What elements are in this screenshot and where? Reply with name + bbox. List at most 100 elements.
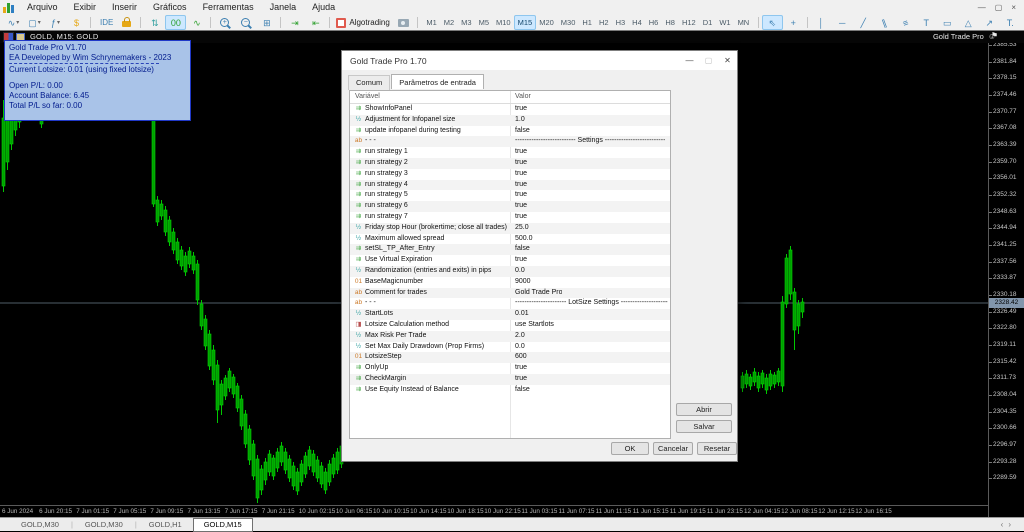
- param-row-8-run-strategy-5[interactable]: ⇉ run strategy 5 true: [350, 190, 670, 201]
- rectangle-icon[interactable]: ▭: [937, 15, 958, 30]
- param-row-22-set-max-daily-drawdown-prop-firms[interactable]: ½ Set Max Daily Drawdown (Prop Firms) 0.0: [350, 342, 670, 353]
- symbol-dollar-icon[interactable]: $: [66, 15, 87, 30]
- vertical-line-icon[interactable]: │: [811, 15, 832, 30]
- ide-button[interactable]: IDE: [94, 15, 116, 30]
- arrow-icon[interactable]: ↗: [979, 15, 1000, 30]
- param-row-12-maximum-allowed-spread[interactable]: ½ Maximum allowed spread 500.0: [350, 234, 670, 245]
- candles-chart-icon[interactable]: 00: [165, 15, 187, 30]
- timeframe-h1[interactable]: H1: [579, 15, 596, 30]
- horizontal-line-icon[interactable]: ─: [832, 15, 853, 30]
- param-value[interactable]: true: [515, 190, 527, 201]
- chart-tab-2-gold-h1[interactable]: GOLD,H1: [138, 518, 193, 532]
- param-row-10-run-strategy-7[interactable]: ⇉ run strategy 7 true: [350, 212, 670, 223]
- param-row-23-lotsizestep[interactable]: 01 LotsizeStep 600: [350, 352, 670, 364]
- param-value[interactable]: 1.0: [515, 115, 525, 126]
- param-value[interactable]: true: [515, 201, 527, 212]
- profiles-icon[interactable]: ▢ ▾: [24, 15, 45, 30]
- algotrading-button[interactable]: Algotrading: [333, 15, 392, 30]
- zoom-in-icon[interactable]: [214, 15, 235, 30]
- param-value[interactable]: 600: [515, 352, 527, 363]
- param-value[interactable]: true: [515, 147, 527, 158]
- bars-chart-icon[interactable]: ⇅: [144, 15, 165, 30]
- param-row-0-showinfopanel[interactable]: ⇉ ShowInfoPanel true: [350, 104, 670, 115]
- param-value[interactable]: -------------------------- Settings ----…: [515, 136, 665, 147]
- param-value[interactable]: ---------------------- LotSize Settings …: [515, 298, 668, 309]
- param-value[interactable]: false: [515, 126, 530, 137]
- param-row-9-run-strategy-6[interactable]: ⇉ run strategy 6 true: [350, 201, 670, 212]
- param-row-25-checkmargin[interactable]: ⇉ CheckMargin true: [350, 373, 670, 385]
- dialog-minimize-icon[interactable]: —: [680, 51, 699, 70]
- param-value[interactable]: 0.0: [515, 342, 525, 353]
- tab-scroll-right-icon[interactable]: ›: [1008, 520, 1016, 529]
- menu-item-inserir[interactable]: Inserir: [104, 0, 145, 15]
- lock-icon[interactable]: [116, 15, 137, 30]
- timeframe-mn[interactable]: MN: [734, 15, 753, 30]
- timeframe-m1[interactable]: M1: [423, 15, 440, 30]
- triangle-icon[interactable]: △: [958, 15, 979, 30]
- param-row-2-update-infopanel-during-testing[interactable]: ⇉ update infopanel during testing false: [350, 126, 670, 137]
- param-value[interactable]: true: [515, 104, 527, 115]
- text-icon[interactable]: T: [916, 15, 937, 30]
- tab-scroll-arrows[interactable]: ‹›: [1001, 520, 1016, 529]
- param-row-15-randomization-entries-and-exits-in-pips[interactable]: ½ Randomization (entries and exits) in pi…: [350, 265, 670, 277]
- timeframe-m15[interactable]: M15: [514, 15, 536, 30]
- param-row-16-basemagicnumber[interactable]: 01 BaseMagicnumber 9000: [350, 277, 670, 288]
- param-row-17-comment-for-trades[interactable]: ab Comment for trades Gold Trade Pro: [350, 287, 670, 299]
- timeframe-m10[interactable]: M10: [493, 15, 515, 30]
- timeframe-h6[interactable]: H6: [645, 15, 662, 30]
- timeframe-m5[interactable]: M5: [475, 15, 492, 30]
- chart-style-icon[interactable]: ∿ ▾: [3, 15, 24, 30]
- menu-item-exibir[interactable]: Exibir: [66, 0, 105, 15]
- time-axis[interactable]: 6 Jun 2024 6 Jun 20:15 7 Jun 01:15 7 Jun 05…: [0, 505, 988, 517]
- timeframe-m3[interactable]: M3: [458, 15, 475, 30]
- param-row-5-run-strategy-2[interactable]: ⇉ run strategy 2 true: [350, 157, 670, 169]
- timeframe-h4[interactable]: H4: [629, 15, 646, 30]
- ea-indicator[interactable]: Gold Trade Pro ☺: [933, 32, 996, 41]
- menu-item-gr-ficos[interactable]: Gráficos: [145, 0, 195, 15]
- param-value[interactable]: 25.0: [515, 223, 529, 234]
- menu-item-ajuda[interactable]: Ajuda: [304, 0, 343, 15]
- param-value[interactable]: true: [515, 158, 527, 169]
- param-value[interactable]: Gold Trade Pro: [515, 288, 562, 299]
- auto-scroll-icon[interactable]: ⇤: [305, 15, 326, 30]
- param-row-24-onlyup[interactable]: ⇉ OnlyUp true: [350, 363, 670, 374]
- zoom-out-icon[interactable]: [235, 15, 256, 30]
- param-value[interactable]: true: [515, 169, 527, 180]
- param-value[interactable]: true: [515, 255, 527, 266]
- param-row-18-[interactable]: ab - - - ---------------------- LotSize Se…: [350, 298, 670, 309]
- param-value[interactable]: true: [515, 180, 527, 191]
- param-value[interactable]: 500.0: [515, 234, 533, 245]
- channel-icon[interactable]: ∥: [874, 15, 895, 30]
- param-value[interactable]: 9000: [515, 277, 531, 288]
- menu-item-ferramentas[interactable]: Ferramentas: [195, 0, 262, 15]
- param-value[interactable]: 0.0: [515, 266, 525, 277]
- dialog-tab-comum[interactable]: Comum: [348, 75, 391, 90]
- param-row-20-lotsize-calculation-method[interactable]: ◨ Lotsize Calculation method use Startlots: [350, 320, 670, 331]
- menu-item-janela[interactable]: Janela: [262, 0, 305, 15]
- cancelar-button[interactable]: Cancelar: [653, 442, 693, 455]
- timeframe-h12[interactable]: H12: [678, 15, 699, 30]
- param-value[interactable]: use Startlots: [515, 320, 554, 331]
- timeframe-m2[interactable]: M2: [440, 15, 457, 30]
- trendline-icon[interactable]: ╱: [853, 15, 874, 30]
- param-row-13-setsl-tp-after-entry[interactable]: ⇉ setSL_TP_After_Entry false: [350, 244, 670, 256]
- indicators-icon[interactable]: ƒ ▾: [45, 15, 66, 30]
- tile-windows-icon[interactable]: ⊞: [256, 15, 277, 30]
- timeframe-h2[interactable]: H2: [595, 15, 612, 30]
- param-row-7-run-strategy-4[interactable]: ⇉ run strategy 4 true: [350, 179, 670, 191]
- timeframe-h8[interactable]: H8: [662, 15, 679, 30]
- chart-tab-1-gold-m30[interactable]: GOLD,M30: [74, 518, 134, 532]
- param-row-1-adjustment-for-infopanel-size[interactable]: ½ Adjustment for Infopanel size 1.0: [350, 114, 670, 126]
- restore-icon[interactable]: ▢: [995, 0, 1003, 15]
- chart-tab-3-gold-m15[interactable]: GOLD,M15: [192, 517, 253, 532]
- param-value[interactable]: true: [515, 363, 527, 374]
- minimize-icon[interactable]: —: [978, 0, 986, 15]
- timeframe-m30[interactable]: M30: [557, 15, 579, 30]
- timeframe-h3[interactable]: H3: [612, 15, 629, 30]
- close-icon[interactable]: ×: [1011, 0, 1016, 15]
- timeframe-d1[interactable]: D1: [699, 15, 716, 30]
- price-axis[interactable]: 2328.42 2385.53 2381.84 2378.15 2374.46 2370…: [988, 41, 1024, 517]
- param-row-3-[interactable]: ab - - - -------------------------- Settin…: [350, 136, 670, 148]
- chart-tab-0-gold-m30[interactable]: GOLD,M30: [10, 518, 70, 532]
- resetar-button[interactable]: Resetar: [697, 442, 737, 455]
